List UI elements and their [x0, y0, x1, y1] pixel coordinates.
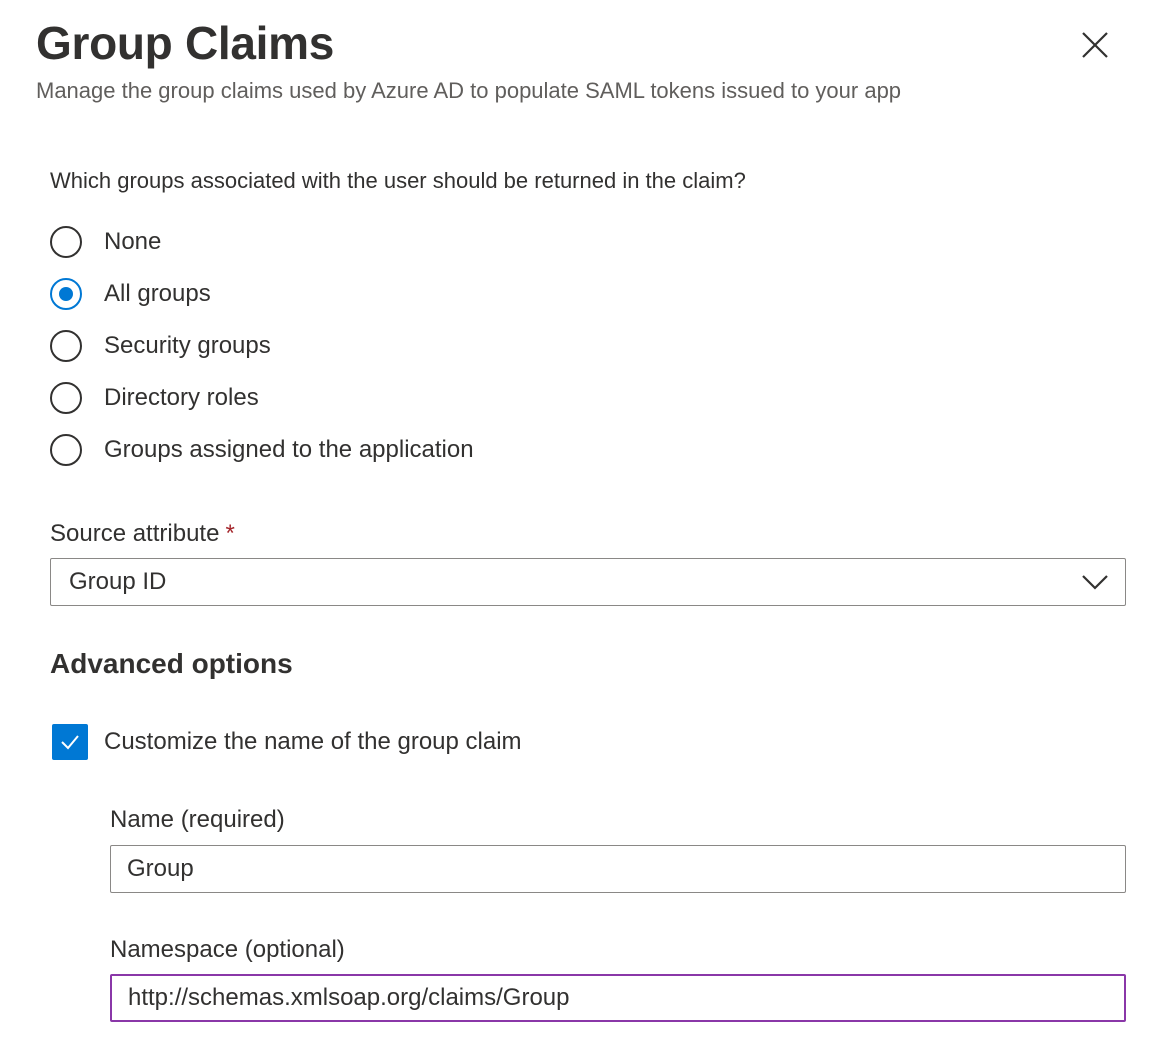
advanced-options-heading: Advanced options [50, 648, 293, 679]
radio-label: All groups [104, 280, 211, 307]
radio-label: None [104, 228, 162, 255]
radio-security-groups[interactable]: Security groups [50, 320, 474, 372]
panel-title: Group Claims [36, 17, 335, 69]
name-input[interactable] [110, 845, 1126, 893]
radio-all-groups[interactable]: All groups [50, 268, 474, 320]
close-button[interactable] [1074, 24, 1116, 66]
close-icon [1082, 32, 1108, 58]
source-attribute-value: Group ID [69, 568, 167, 595]
radio-button[interactable] [50, 382, 82, 414]
groups-question: Which groups associated with the user sh… [50, 168, 746, 193]
radio-label: Directory roles [104, 384, 259, 411]
groups-radio-group: None All groups Security groups Director… [50, 216, 474, 476]
radio-none[interactable]: None [50, 216, 474, 268]
chevron-down-icon [1082, 575, 1108, 590]
source-attribute-label-text: Source attribute [50, 520, 220, 547]
panel-subtitle: Manage the group claims used by Azure AD… [36, 78, 902, 103]
required-marker: * [225, 520, 235, 547]
radio-button-selected[interactable] [50, 278, 82, 310]
radio-label: Groups assigned to the application [104, 436, 474, 463]
namespace-field-label: Namespace (optional) [110, 936, 345, 963]
namespace-input[interactable] [110, 974, 1126, 1022]
radio-groups-assigned[interactable]: Groups assigned to the application [50, 424, 474, 476]
name-field-label: Name (required) [110, 806, 285, 833]
source-attribute-label: Source attribute * [50, 520, 235, 548]
radio-button[interactable] [50, 330, 82, 362]
customize-name-checkbox[interactable] [52, 724, 88, 760]
radio-button[interactable] [50, 226, 82, 258]
radio-directory-roles[interactable]: Directory roles [50, 372, 474, 424]
customize-name-checkbox-row[interactable]: Customize the name of the group claim [52, 724, 522, 760]
source-attribute-dropdown[interactable]: Group ID [50, 558, 1126, 606]
customize-name-label: Customize the name of the group claim [104, 728, 522, 755]
radio-label: Security groups [104, 332, 271, 359]
checkmark-icon [61, 735, 79, 750]
radio-button[interactable] [50, 434, 82, 466]
